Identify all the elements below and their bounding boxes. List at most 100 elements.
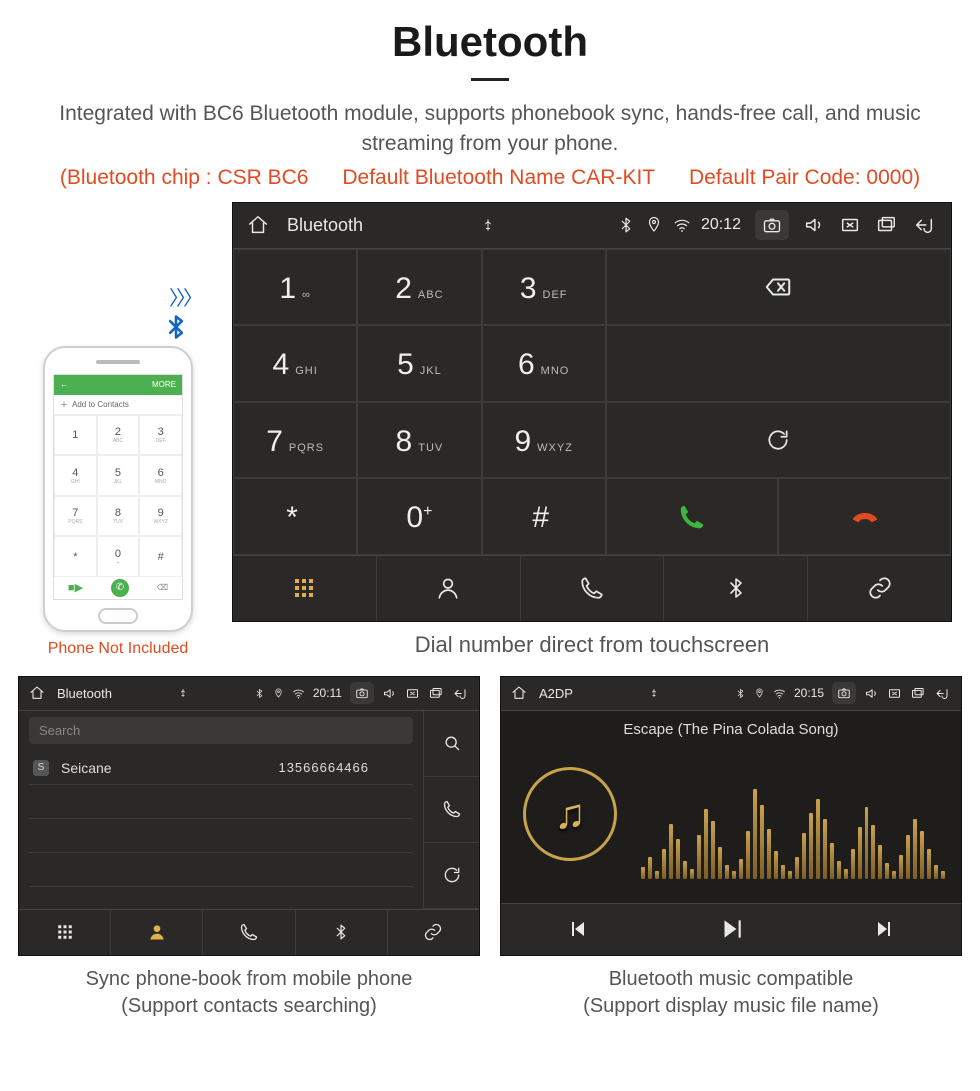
- search-input[interactable]: Search: [29, 717, 413, 744]
- nav-calllog[interactable]: [520, 556, 664, 621]
- phone-key: #: [139, 536, 182, 577]
- dialer-key[interactable]: 6MNO: [482, 325, 606, 402]
- call-button[interactable]: [606, 478, 779, 555]
- dialer-nav: [233, 555, 951, 621]
- status-icons: 20:12: [617, 216, 741, 234]
- dialer-key[interactable]: 5JKL: [357, 325, 481, 402]
- contact-row[interactable]: S Seicane 13566664466: [29, 752, 413, 785]
- phone-key: 4GHI: [54, 455, 97, 496]
- phone-add-contacts: ＋ Add to Contacts: [54, 395, 182, 415]
- nav-keypad[interactable]: [19, 910, 110, 955]
- dialer-key[interactable]: 7PQRS: [233, 402, 357, 479]
- camera-button[interactable]: [832, 682, 856, 704]
- clock: 20:11: [313, 686, 342, 700]
- close-app-icon[interactable]: [887, 686, 902, 701]
- hangup-button[interactable]: [778, 478, 951, 555]
- contact-number: 13566664466: [278, 760, 369, 775]
- nav-bluetooth[interactable]: [295, 910, 387, 955]
- dialer-key[interactable]: 0+: [357, 478, 481, 555]
- phone-more: MORE: [152, 380, 176, 389]
- home-icon[interactable]: [29, 685, 45, 701]
- nav-bluetooth[interactable]: [663, 556, 807, 621]
- contacts-nav: [19, 909, 479, 955]
- next-button[interactable]: [808, 904, 961, 955]
- volume-icon[interactable]: [803, 214, 825, 236]
- phone-key: *: [54, 536, 97, 577]
- phone-key: 9WXYZ: [139, 496, 182, 537]
- music-caption: Bluetooth music compatible(Support displ…: [500, 966, 962, 1020]
- phone-key: 3DEF: [139, 415, 182, 456]
- nav-contacts[interactable]: [376, 556, 520, 621]
- dialer-key[interactable]: #: [482, 478, 606, 555]
- nav-keypad[interactable]: [233, 556, 376, 621]
- dialer-keypad: 1∞2ABC3DEF 4GHI5JKL6MNO 7PQRS8TUV9WXYZ *0+#: [233, 249, 606, 555]
- prev-button[interactable]: [501, 904, 654, 955]
- close-app-icon[interactable]: [405, 686, 420, 701]
- phone-key: 6MNO: [139, 455, 182, 496]
- nav-pair[interactable]: [387, 910, 479, 955]
- list-item: [29, 853, 413, 887]
- bluetooth-signal-icon: 〉〉〉: [162, 310, 190, 344]
- dialer-key[interactable]: 2ABC: [357, 249, 481, 326]
- contacts-side-actions: [423, 711, 479, 909]
- recent-apps-icon[interactable]: [875, 214, 897, 236]
- back-icon[interactable]: [911, 214, 937, 236]
- list-item: [29, 819, 413, 853]
- spec-line: (Bluetooth chip : CSR BC6 Default Blueto…: [0, 166, 980, 190]
- location-icon: [273, 688, 284, 699]
- contact-name: Seicane: [61, 760, 112, 776]
- plus-icon: ＋: [60, 399, 68, 410]
- home-icon[interactable]: [511, 685, 527, 701]
- volume-icon[interactable]: [864, 686, 879, 701]
- music-topbar: A2DP 20:15: [501, 677, 961, 711]
- dialer-title: Bluetooth: [287, 215, 363, 236]
- camera-button[interactable]: [755, 210, 789, 240]
- nav-contacts[interactable]: [110, 910, 202, 955]
- dialer-key[interactable]: 9WXYZ: [482, 402, 606, 479]
- wifi-icon: [292, 687, 305, 700]
- recent-apps-icon[interactable]: [428, 686, 443, 701]
- volume-icon[interactable]: [382, 686, 397, 701]
- usb-icon: [481, 218, 495, 232]
- sync-button[interactable]: [424, 843, 479, 909]
- refresh-button[interactable]: [606, 402, 951, 479]
- phone-home-button: [98, 608, 138, 624]
- back-icon[interactable]: [933, 686, 951, 701]
- home-icon[interactable]: [247, 214, 269, 236]
- call-button[interactable]: [424, 777, 479, 843]
- song-title: Escape (The Pina Colada Song): [501, 711, 961, 748]
- contacts-title: Bluetooth: [57, 686, 112, 701]
- phone-screen: ← MORE ＋ Add to Contacts 12ABC3DEF4GHI5J…: [53, 374, 183, 600]
- dialer-key[interactable]: 8TUV: [357, 402, 481, 479]
- camera-button[interactable]: [350, 682, 374, 704]
- dialer-key[interactable]: 3DEF: [482, 249, 606, 326]
- phone-call-icon: ✆: [111, 579, 129, 597]
- dialer-key[interactable]: 1∞: [233, 249, 357, 326]
- close-app-icon[interactable]: [839, 214, 861, 236]
- contacts-topbar: Bluetooth 20:11: [19, 677, 479, 711]
- back-icon[interactable]: [451, 686, 469, 701]
- nav-pair[interactable]: [807, 556, 951, 621]
- music-note-icon: ♫: [554, 790, 586, 838]
- phone-body: ← MORE ＋ Add to Contacts 12ABC3DEF4GHI5J…: [43, 346, 193, 632]
- dialer-device: Bluetooth 20:12 1∞2ABC3DEF 4GHI5JKL6MNO 7P…: [232, 202, 952, 622]
- list-item: [29, 785, 413, 819]
- dialer-key[interactable]: 4GHI: [233, 325, 357, 402]
- search-button[interactable]: [424, 711, 479, 777]
- dialer-actions: [606, 249, 951, 555]
- phone-key: 5JKL: [97, 455, 140, 496]
- phone-key: 0+: [97, 536, 140, 577]
- page-title: Bluetooth: [0, 18, 980, 66]
- recent-apps-icon[interactable]: [910, 686, 925, 701]
- phone-key: 2ABC: [97, 415, 140, 456]
- nav-calllog[interactable]: [202, 910, 294, 955]
- dialer-topbar: Bluetooth 20:12: [233, 203, 951, 249]
- spec-name: Default Bluetooth Name CAR-KIT: [342, 166, 655, 190]
- phone-mockup: 〉〉〉 ← MORE ＋ Add to Contacts 12ABC3DEF4G…: [28, 316, 208, 658]
- empty-cell: [606, 325, 951, 402]
- dialer-key[interactable]: *: [233, 478, 357, 555]
- phone-topbar: ← MORE: [54, 375, 182, 395]
- backspace-button[interactable]: [606, 249, 951, 326]
- equalizer: [641, 769, 945, 879]
- play-pause-button[interactable]: [654, 904, 807, 955]
